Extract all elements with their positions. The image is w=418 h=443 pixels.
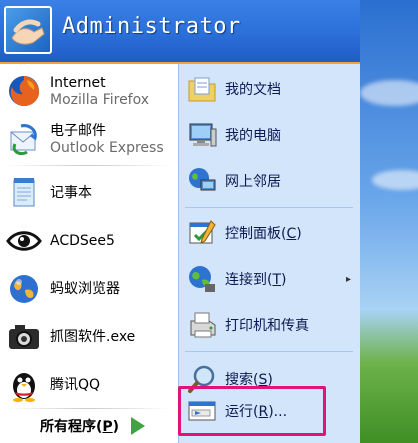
- my-computer-icon: [187, 120, 217, 150]
- acdsee-eye-icon: [6, 223, 42, 259]
- globe-icon: [6, 271, 42, 307]
- place-my-documents[interactable]: 我的文档: [179, 66, 360, 112]
- places-pane: 我的文档 我的电脑 网上邻居 控制面板(C) 连接到(T) ▸ 打印机和传真 搜…: [178, 64, 360, 443]
- user-avatar[interactable]: [4, 6, 52, 54]
- program-label: 抓图软件.exe: [50, 328, 136, 345]
- place-network[interactable]: 网上邻居: [179, 158, 360, 204]
- firefox-icon: [6, 73, 42, 109]
- submenu-arrow-icon: ▸: [345, 273, 351, 285]
- run-icon: [187, 396, 217, 426]
- control-panel-icon: [187, 218, 217, 248]
- my-documents-icon: [187, 74, 217, 104]
- start-menu-header: Administrator: [0, 0, 360, 64]
- pinned-outlook-express[interactable]: 电子邮件 Outlook Express: [0, 116, 178, 162]
- place-control-panel[interactable]: 控制面板(C): [179, 210, 360, 256]
- recent-tencent-qq[interactable]: 腾讯QQ: [0, 362, 178, 408]
- place-label: 搜索(S): [225, 372, 273, 388]
- place-label: 我的电脑: [225, 128, 281, 144]
- outlook-express-icon: [6, 121, 42, 157]
- recent-screenshot-tool[interactable]: 抓图软件.exe: [0, 314, 178, 360]
- program-label: ACDSee5: [50, 232, 115, 249]
- recent-acdsee[interactable]: ACDSee5: [0, 218, 178, 264]
- place-label: 网上邻居: [225, 174, 281, 190]
- recent-notepad[interactable]: 记事本: [0, 170, 178, 216]
- program-label: 记事本: [50, 184, 92, 201]
- user-name: Administrator: [62, 14, 241, 39]
- place-label: 控制面板(C): [225, 226, 302, 242]
- program-label: 蚂蚁浏览器: [50, 280, 120, 297]
- pinned-subtitle: Mozilla Firefox: [50, 91, 150, 108]
- all-programs-label: 所有程序(P): [40, 419, 120, 435]
- place-printers-faxes[interactable]: 打印机和传真: [179, 302, 360, 348]
- place-label: 我的文档: [225, 82, 281, 98]
- cloud: [360, 80, 418, 106]
- network-icon: [187, 166, 217, 196]
- separator: [6, 165, 172, 166]
- connect-to-icon: [187, 264, 217, 294]
- pinned-title: Internet: [50, 74, 106, 91]
- all-programs-button[interactable]: 所有程序(P): [40, 413, 170, 439]
- pinned-firefox[interactable]: Internet Mozilla Firefox: [0, 68, 178, 114]
- printer-icon: [187, 310, 217, 340]
- place-label: 打印机和传真: [225, 318, 309, 334]
- play-arrow-icon: [131, 417, 146, 435]
- program-label: 腾讯QQ: [50, 376, 101, 393]
- cloud: [372, 170, 418, 190]
- separator: [6, 408, 172, 409]
- separator: [185, 207, 353, 208]
- recent-ant-browser[interactable]: 蚂蚁浏览器: [0, 266, 178, 312]
- notepad-icon: [6, 175, 42, 211]
- place-connect-to[interactable]: 连接到(T) ▸: [179, 256, 360, 302]
- place-label: 运行(R)...: [225, 404, 288, 420]
- program-list: Internet Mozilla Firefox 电子邮件 Outlook Ex…: [0, 64, 178, 443]
- pinned-subtitle: Outlook Express: [50, 139, 164, 156]
- place-label: 连接到(T): [225, 272, 287, 288]
- place-my-computer[interactable]: 我的电脑: [179, 112, 360, 158]
- qq-penguin-icon: [6, 367, 42, 403]
- place-run[interactable]: 运行(R)...: [179, 388, 360, 434]
- camera-icon: [6, 319, 42, 355]
- separator: [185, 351, 353, 352]
- pinned-title: 电子邮件: [50, 122, 106, 139]
- start-menu: Administrator Internet Mozilla Firefox 电…: [0, 0, 360, 443]
